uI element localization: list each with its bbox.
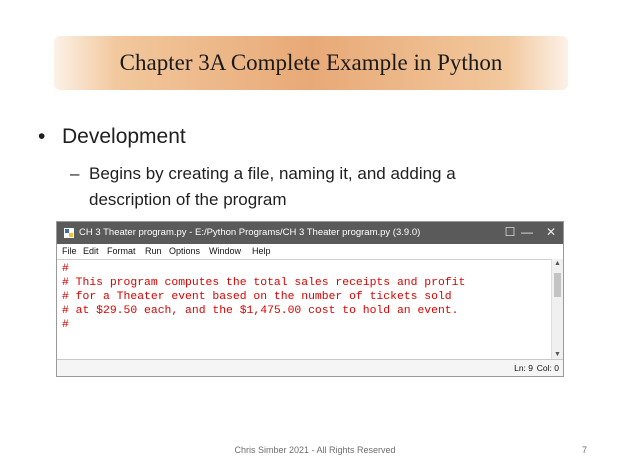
- window-title: CH 3 Theater program.py - E:/Python Prog…: [79, 227, 421, 238]
- slide-title: Chapter 3A Complete Example in Python: [119, 50, 503, 75]
- code-line: # at $29.50 each, and the $1,475.00 cost…: [62, 305, 459, 317]
- maximize-button[interactable]: ☐: [502, 225, 518, 239]
- minimize-button[interactable]: —: [519, 225, 535, 239]
- scroll-down-arrow-icon[interactable]: ▼: [552, 351, 563, 358]
- idle-editor-window[interactable]: CH 3 Theater program.py - E:/Python Prog…: [56, 221, 564, 377]
- menu-run[interactable]: Run: [145, 246, 162, 256]
- scroll-up-arrow-icon[interactable]: ▲: [552, 260, 563, 267]
- close-button[interactable]: ✕: [543, 225, 559, 239]
- code-line: # This program computes the total sales …: [62, 277, 466, 289]
- menu-format[interactable]: Format: [107, 246, 136, 256]
- status-column: Col: 0: [536, 363, 559, 373]
- scrollbar-thumb[interactable]: [554, 273, 561, 297]
- menu-edit[interactable]: Edit: [83, 246, 99, 256]
- window-titlebar[interactable]: CH 3 Theater program.py - E:/Python Prog…: [57, 222, 563, 244]
- bullet-text: Development: [62, 125, 186, 148]
- sub-bullet-text: Begins by creating a file, naming it, an…: [89, 164, 456, 209]
- page-number: 7: [582, 445, 588, 455]
- menu-help[interactable]: Help: [252, 246, 271, 256]
- title-banner: Chapter 3A Complete Example in Python: [54, 36, 568, 90]
- bullet-marker: •: [38, 125, 46, 148]
- status-bar: Ln: 9 Col: 0: [57, 359, 563, 376]
- sub-bullet-marker: –: [70, 164, 80, 183]
- python-idle-icon: [64, 228, 74, 238]
- vertical-scrollbar[interactable]: ▲ ▼: [551, 259, 563, 359]
- code-line: #: [62, 319, 69, 331]
- menu-options[interactable]: Options: [169, 246, 200, 256]
- status-line: Ln: 9: [514, 363, 533, 373]
- slide-footer: Chris Simber 2021 - All Rights Reserved: [234, 445, 396, 455]
- code-line: #: [62, 263, 69, 275]
- code-editor[interactable]: # # This program computes the total sale…: [57, 259, 551, 359]
- menu-window[interactable]: Window: [209, 246, 241, 256]
- menu-bar: File Edit Format Run Options Window Help: [57, 244, 563, 258]
- menu-file[interactable]: File: [62, 246, 77, 256]
- code-line: # for a Theater event based on the numbe…: [62, 291, 452, 303]
